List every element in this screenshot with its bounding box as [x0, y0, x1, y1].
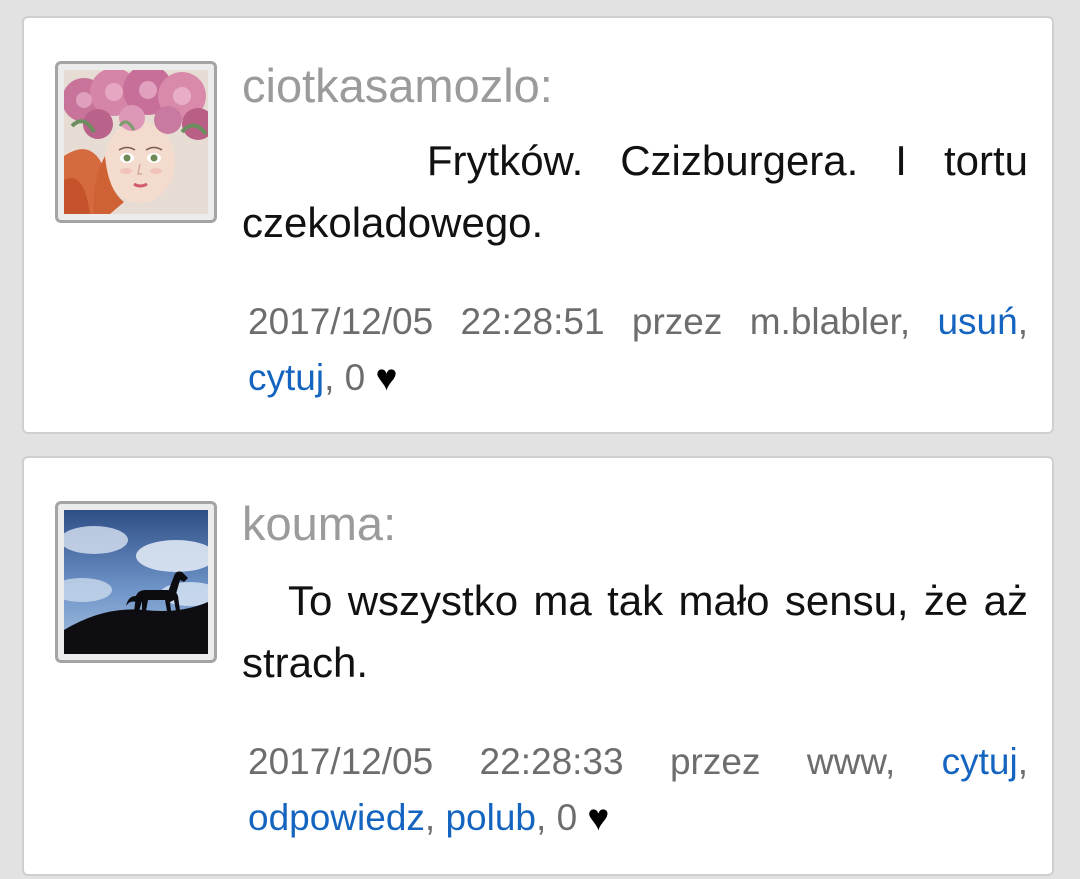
- comment-author: m.blabler: [749, 301, 900, 342]
- comment-message: To wszystko ma tak mało sensu, że aż str…: [242, 570, 1028, 694]
- comment-message-text: To wszystko ma tak mało sensu, że aż str…: [242, 577, 1028, 686]
- by-label: przez: [631, 301, 723, 342]
- comment-timestamp: 2017/12/05 22:28:33: [248, 741, 624, 782]
- quote-link[interactable]: cytuj: [942, 741, 1018, 782]
- reply-link[interactable]: odpowiedz: [248, 797, 425, 838]
- heart-icon: ♥: [587, 797, 610, 838]
- quote-link[interactable]: cytuj: [248, 357, 324, 398]
- comment-author: www: [806, 741, 885, 782]
- avatar-horse-silhouette-icon: [64, 510, 208, 654]
- like-count: 0: [344, 357, 366, 398]
- comment-meta: 2017/12/05 22:28:33 przez www, cytuj, od…: [248, 741, 1029, 838]
- comment-meta: 2017/12/05 22:28:51 przez m.blabler, usu…: [248, 301, 1028, 398]
- comment-username[interactable]: kouma:: [242, 496, 396, 552]
- like-link[interactable]: polub: [445, 797, 536, 838]
- heart-icon: ♥: [375, 357, 398, 398]
- comment-card: ciotkasamozlo: Frytków. Czizburgera. I t…: [22, 16, 1054, 434]
- avatar[interactable]: [55, 61, 217, 223]
- by-label: przez: [669, 741, 761, 782]
- comment-username[interactable]: ciotkasamozlo:: [242, 58, 553, 114]
- avatar-woman-flower-crown-icon: [64, 70, 208, 214]
- delete-link[interactable]: usuń: [937, 301, 1017, 342]
- comment-message-text: Frytków. Czizburgera. I tortu czekoladow…: [242, 137, 1028, 246]
- comment-card: kouma: To wszystko ma tak mało sensu, że…: [22, 456, 1054, 876]
- comment-timestamp: 2017/12/05 22:28:51: [248, 301, 605, 342]
- avatar[interactable]: [55, 501, 217, 663]
- comment-message: Frytków. Czizburgera. I tortu czekoladow…: [242, 130, 1028, 254]
- like-count: 0: [556, 797, 578, 838]
